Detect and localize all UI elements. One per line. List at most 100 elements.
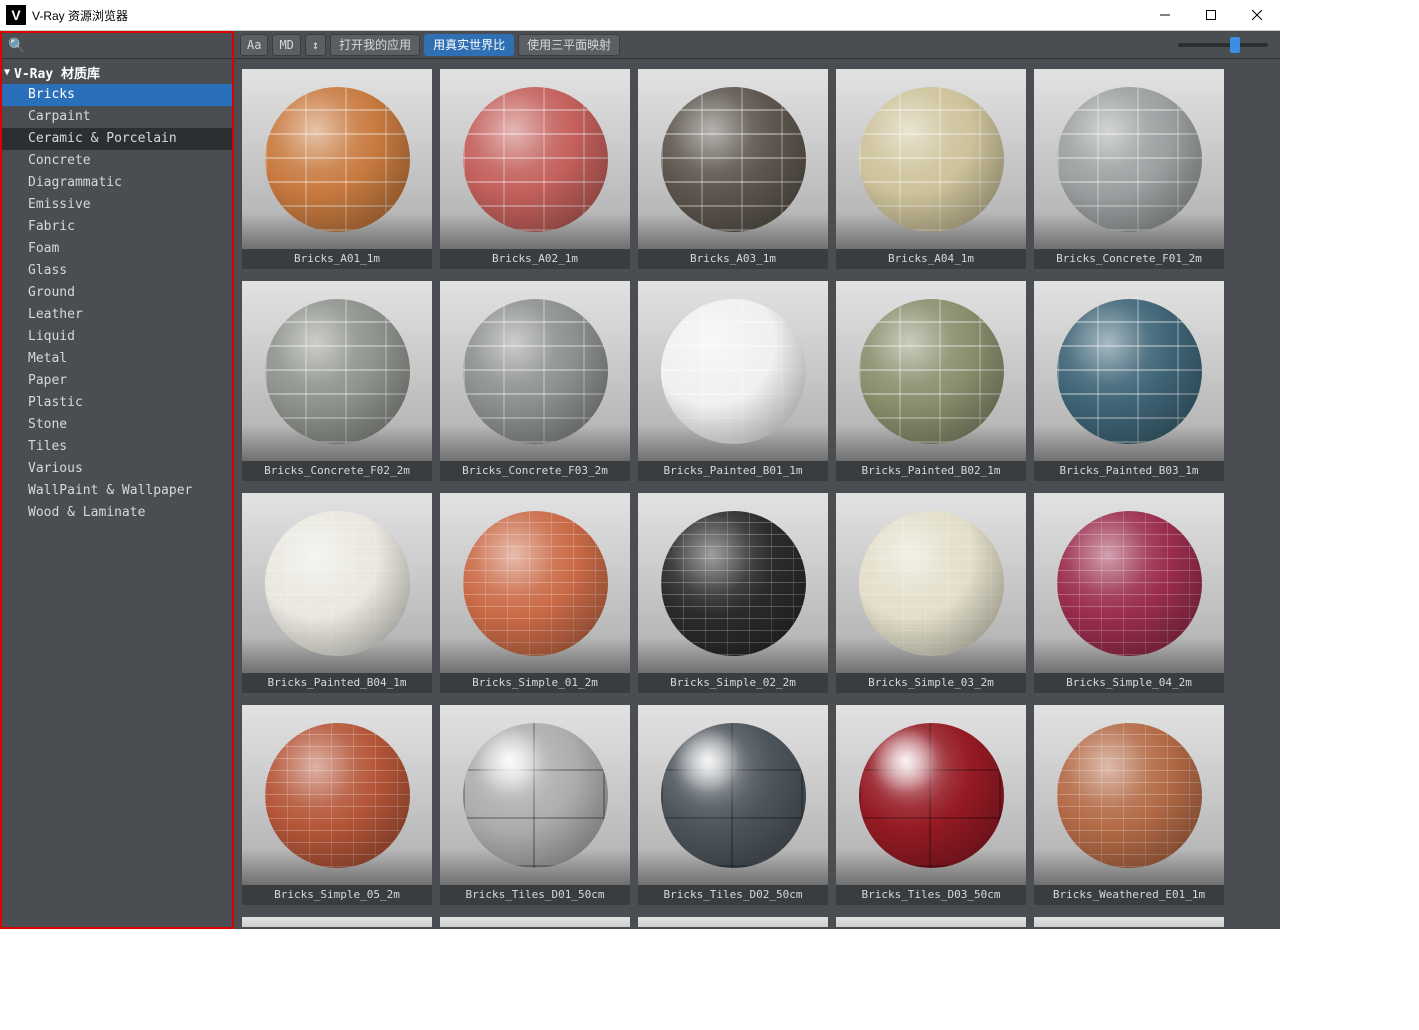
material-thumbnail [1034, 281, 1224, 461]
material-card[interactable]: Bricks_Simple_04_2m [1034, 493, 1224, 693]
material-card[interactable]: Bricks_A01_1m [242, 69, 432, 269]
material-sphere [463, 723, 608, 868]
material-card[interactable]: Bricks_Painted_B02_1m [836, 281, 1026, 481]
material-name: Bricks_Tiles_D01_50cm [440, 885, 630, 905]
tree-root-label: V-Ray 材质库 [14, 63, 100, 82]
material-name: Bricks_A02_1m [440, 249, 630, 269]
close-icon [1252, 10, 1262, 20]
material-sphere [463, 299, 608, 444]
material-sphere [265, 723, 410, 868]
material-name: Bricks_A04_1m [836, 249, 1026, 269]
sort-button[interactable]: ↕ [305, 34, 326, 56]
category-item[interactable]: Paper [2, 370, 232, 392]
category-item[interactable]: Fabric [2, 216, 232, 238]
slider-thumb[interactable] [1230, 37, 1240, 53]
sidebar: 🔍 ▼ V-Ray 材质库 BricksCarpaintCeramic & Po… [0, 31, 234, 929]
triplanar-button[interactable]: 使用三平面映射 [518, 34, 620, 56]
category-item[interactable]: Various [2, 458, 232, 480]
category-item[interactable]: Ground [2, 282, 232, 304]
material-name: Bricks_Simple_01_2m [440, 673, 630, 693]
material-card[interactable]: Bricks_Painted_B04_1m [242, 493, 432, 693]
material-card[interactable]: Bricks_Concrete_F03_2m [440, 281, 630, 481]
material-card[interactable] [836, 917, 1026, 927]
material-name: Bricks_Simple_03_2m [836, 673, 1026, 693]
material-card[interactable]: Bricks_Simple_01_2m [440, 493, 630, 693]
material-grid: Bricks_A01_1m Bricks_A02_1m Bricks_A03_1m B… [242, 69, 1272, 927]
category-item[interactable]: Metal [2, 348, 232, 370]
search-input[interactable] [29, 36, 226, 56]
category-item[interactable]: WallPaint & Wallpaper [2, 480, 232, 502]
material-thumbnail [638, 281, 828, 461]
category-item[interactable]: Tiles [2, 436, 232, 458]
category-item[interactable]: Plastic [2, 392, 232, 414]
material-sphere [859, 511, 1004, 656]
category-item[interactable]: Stone [2, 414, 232, 436]
material-thumbnail [440, 917, 630, 927]
thumbnail-size-slider[interactable] [1178, 43, 1268, 47]
material-card[interactable]: Bricks_Painted_B01_1m [638, 281, 828, 481]
category-item[interactable]: Emissive [2, 194, 232, 216]
category-item[interactable]: Foam [2, 238, 232, 260]
material-card[interactable]: Bricks_A04_1m [836, 69, 1026, 269]
tree-root[interactable]: ▼ V-Ray 材质库 [2, 59, 232, 84]
material-card[interactable]: Bricks_Tiles_D02_50cm [638, 705, 828, 905]
material-card[interactable]: Bricks_Concrete_F01_2m [1034, 69, 1224, 269]
material-sphere [265, 87, 410, 232]
case-toggle-button[interactable]: Aa [240, 34, 268, 56]
open-my-app-button[interactable]: 打开我的应用 [330, 34, 420, 56]
category-item[interactable]: Glass [2, 260, 232, 282]
material-thumbnail [242, 917, 432, 927]
minimize-icon [1160, 10, 1170, 20]
material-card[interactable] [1034, 917, 1224, 927]
material-card[interactable]: Bricks_Concrete_F02_2m [242, 281, 432, 481]
material-card[interactable]: Bricks_Simple_02_2m [638, 493, 828, 693]
category-item[interactable]: Wood & Laminate [2, 502, 232, 524]
material-card[interactable]: Bricks_Tiles_D03_50cm [836, 705, 1026, 905]
category-item[interactable]: Concrete [2, 150, 232, 172]
material-sphere [859, 87, 1004, 232]
category-item[interactable]: Carpaint [2, 106, 232, 128]
material-grid-scroll[interactable]: Bricks_A01_1m Bricks_A02_1m Bricks_A03_1m B… [234, 59, 1280, 929]
material-thumbnail [440, 493, 630, 673]
material-thumbnail [440, 69, 630, 249]
material-card[interactable]: Bricks_Weathered_E01_1m [1034, 705, 1224, 905]
category-item[interactable]: Diagrammatic [2, 172, 232, 194]
maximize-button[interactable] [1188, 0, 1234, 30]
material-card[interactable]: Bricks_Painted_B03_1m [1034, 281, 1224, 481]
material-name: Bricks_Painted_B01_1m [638, 461, 828, 481]
category-item[interactable]: Bricks [2, 84, 232, 106]
material-thumbnail [440, 705, 630, 885]
material-sphere [661, 299, 806, 444]
material-name: Bricks_Simple_02_2m [638, 673, 828, 693]
material-card[interactable] [638, 917, 828, 927]
material-card[interactable]: Bricks_A02_1m [440, 69, 630, 269]
content: Aa MD ↕ 打开我的应用 用真实世界比 使用三平面映射 Bricks_A01… [234, 31, 1280, 929]
material-thumbnail [1034, 69, 1224, 249]
category-item[interactable]: Liquid [2, 326, 232, 348]
material-card[interactable]: Bricks_Tiles_D01_50cm [440, 705, 630, 905]
material-name: Bricks_Concrete_F03_2m [440, 461, 630, 481]
close-button[interactable] [1234, 0, 1280, 30]
material-card[interactable] [242, 917, 432, 927]
material-card[interactable]: Bricks_A03_1m [638, 69, 828, 269]
material-thumbnail [242, 69, 432, 249]
minimize-button[interactable] [1142, 0, 1188, 30]
material-name: Bricks_Simple_05_2m [242, 885, 432, 905]
material-name: Bricks_Painted_B02_1m [836, 461, 1026, 481]
material-sphere [1057, 511, 1202, 656]
md-button[interactable]: MD [272, 34, 300, 56]
material-thumbnail [242, 705, 432, 885]
category-item[interactable]: Leather [2, 304, 232, 326]
material-thumbnail [836, 917, 1026, 927]
real-world-scale-button[interactable]: 用真实世界比 [424, 34, 514, 56]
material-sphere [661, 511, 806, 656]
material-name: Bricks_Weathered_E01_1m [1034, 885, 1224, 905]
material-sphere [463, 511, 608, 656]
category-item[interactable]: Ceramic & Porcelain [2, 128, 232, 150]
material-card[interactable] [440, 917, 630, 927]
material-sphere [859, 299, 1004, 444]
material-card[interactable]: Bricks_Simple_05_2m [242, 705, 432, 905]
material-sphere [1057, 87, 1202, 232]
material-sphere [661, 723, 806, 868]
material-card[interactable]: Bricks_Simple_03_2m [836, 493, 1026, 693]
